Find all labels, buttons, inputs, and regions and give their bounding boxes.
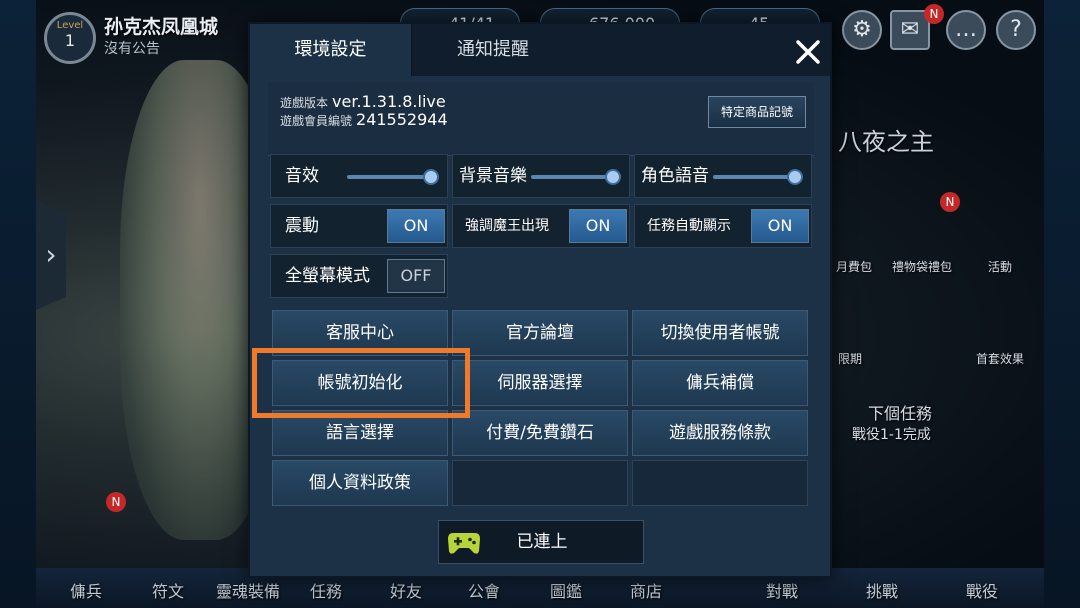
nav-campaign[interactable]: 戰役 [966,578,998,602]
sound-effect-setting: 音效 [270,154,448,198]
bgm-label: 背景音樂 [459,166,527,186]
customer-service-button[interactable]: 客服中心 [272,310,448,356]
voice-label: 角色語音 [641,166,709,186]
level-label: Level [56,20,84,31]
boss-alert-label: 強調魔王出現 [465,218,549,234]
tab-environment-settings[interactable]: 環境設定 [250,24,412,76]
member-row: 遊戲會員編號 241552944 [280,110,448,129]
next-quest-value: 戰役1-1完成 [852,427,931,443]
empty-slot [632,460,808,506]
hero-badge: N [106,492,126,512]
nav-challenge[interactable]: 挑戰 [866,578,898,602]
vibration-setting: 震動 ON [270,204,448,248]
account-reset-button[interactable]: 帳號初始化 [272,360,448,406]
empty-slot [452,460,628,506]
sound-effect-label: 音效 [285,166,319,186]
guild-notice: 沒有公告 [104,41,160,57]
boss-alert-setting: 強調魔王出現 ON [452,204,630,248]
guild-name: 孙克杰凤凰城 [104,16,219,38]
quest-auto-display-toggle[interactable]: ON [751,209,809,243]
account-info: 遊戲版本 ver.1.31.8.live 遊戲會員編號 241552944 特定商品… [268,82,814,156]
fullscreen-toggle[interactable]: OFF [387,259,445,293]
quest-auto-display-setting: 任務自動顯示 ON [634,204,812,248]
mail-badge: N [924,4,944,24]
side-label-event: 活動 [988,260,1013,274]
quest-auto-display-label: 任務自動顯示 [647,218,731,234]
right-border [1044,0,1080,608]
bgm-slider-knob[interactable] [605,169,621,185]
fullscreen-setting: 全螢幕模式 OFF [270,254,448,298]
nav-shop[interactable]: 商店 [630,578,662,602]
version-row: 遊戲版本 ver.1.31.8.live [280,92,446,111]
side-label-set-effect: 首套效果 [976,352,1025,366]
nav-mercenary[interactable]: 傭兵 [70,578,102,602]
mercenary-compensation-button[interactable]: 傭兵補償 [632,360,808,406]
vibration-label: 震動 [285,216,319,236]
boss-title: 八夜之主 [838,128,934,156]
switch-account-button[interactable]: 切換使用者帳號 [632,310,808,356]
close-icon [796,40,820,64]
level-value: 1 [64,31,76,50]
google-play-connect-button[interactable]: 已連上 [438,520,644,564]
settings-dialog: 環境設定 通知提醒 遊戲版本 ver.1.31.8.live 遊戲會員編號 2415… [248,22,832,578]
privacy-policy-button[interactable]: 個人資料政策 [272,460,448,506]
left-border [0,0,36,608]
close-button[interactable] [790,34,826,70]
side-label-limited: 限期 [838,352,863,366]
boss-alert-toggle[interactable]: ON [569,209,627,243]
gift-badge: N [940,192,960,212]
member-value: 241552944 [356,110,448,129]
level-badge[interactable]: Level 1 [44,12,96,64]
sound-effect-slider-knob[interactable] [423,169,439,185]
nav-friends[interactable]: 好友 [390,578,422,602]
member-label: 遊戲會員編號 [280,114,353,128]
bgm-setting: 背景音樂 [452,154,630,198]
diamond-balance-button[interactable]: 付費/免費鑽石 [452,410,628,456]
version-label: 遊戲版本 [280,96,329,110]
nav-soul-equipment[interactable]: 靈魂裝備 [216,578,280,602]
official-forum-button[interactable]: 官方論壇 [452,310,628,356]
gear-icon[interactable]: ⚙ [842,10,882,50]
server-select-button[interactable]: 伺服器選擇 [452,360,628,406]
version-value: ver.1.31.8.live [332,92,446,111]
voice-slider-knob[interactable] [787,169,803,185]
fullscreen-label: 全螢幕模式 [285,266,370,286]
nav-codex[interactable]: 圖鑑 [550,578,582,602]
nav-quest[interactable]: 任務 [310,578,342,602]
connect-status-label: 已連上 [516,532,568,552]
side-label-monthly: 月費包 [836,260,873,274]
nav-battle[interactable]: 對戰 [766,578,798,602]
nav-rune[interactable]: 符文 [152,578,184,602]
voice-setting: 角色語音 [634,154,812,198]
next-quest-label: 下個任務 [868,404,933,423]
terms-of-service-button[interactable]: 遊戲服務條款 [632,410,808,456]
vibration-toggle[interactable]: ON [387,209,445,243]
chevron-left-icon[interactable]: › [36,200,66,310]
dialog-tabs: 環境設定 通知提醒 [250,24,830,76]
language-select-button[interactable]: 語言選擇 [272,410,448,456]
tab-notifications[interactable]: 通知提醒 [412,24,574,76]
side-label-gift: 禮物袋禮包 [892,260,953,274]
special-item-mark-button[interactable]: 特定商品記號 [708,96,806,128]
chat-icon[interactable]: … [946,10,986,50]
help-icon[interactable]: ? [996,10,1036,50]
nav-guild[interactable]: 公會 [468,578,500,602]
